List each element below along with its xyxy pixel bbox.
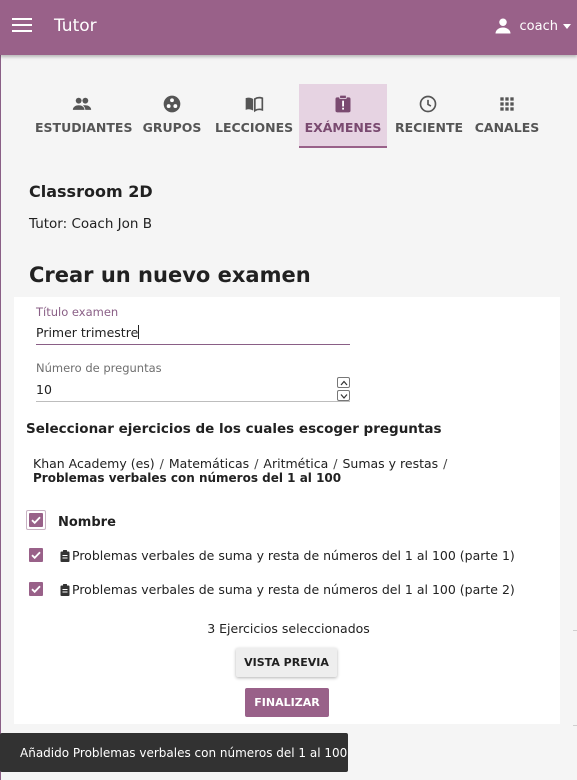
selected-count: 3 Ejercicios seleccionados [207, 621, 370, 636]
clock-icon [419, 95, 437, 113]
page-title: Crear un nuevo examen [29, 263, 311, 287]
stepper-down-icon[interactable] [337, 390, 350, 401]
scroll-edge-mark [573, 630, 577, 631]
finish-button[interactable]: FINALIZAR [245, 688, 329, 717]
questions-field[interactable]: 10 [36, 382, 52, 397]
breadcrumb-link[interactable]: Matemáticas [169, 456, 249, 471]
title-field[interactable]: Primer trimestre [36, 325, 140, 340]
coach-line: Tutor: Coach Jon B [29, 216, 153, 232]
preview-button[interactable]: VISTA PREVIA [236, 648, 337, 677]
classroom-name: Classroom 2D [29, 182, 153, 201]
breadcrumb-link[interactable]: Sumas y restas [342, 456, 438, 471]
questions-field-underline [36, 401, 350, 402]
tab-label: RECIENTE [395, 120, 464, 135]
tab-lecciones[interactable]: LECCIONES [215, 84, 293, 148]
user-name: coach [519, 18, 558, 34]
person-icon [495, 18, 511, 34]
scroll-edge-mark [573, 725, 577, 726]
snackbar-message: Añadido Problemas verbales con números d… [20, 746, 348, 760]
people-icon [72, 97, 92, 110]
exercise-row[interactable]: Problemas verbales de suma y resta de nú… [60, 548, 515, 563]
tab-estudiantes[interactable]: ESTUDIANTES [35, 84, 133, 148]
tab-label: EXÁMENES [304, 120, 382, 135]
tab-canales[interactable]: CANALES [474, 84, 540, 148]
row-checkbox[interactable] [29, 582, 43, 596]
tab-label: LECCIONES [215, 120, 294, 135]
exercise-icon [60, 583, 70, 596]
title-field-underline [36, 344, 350, 345]
exercise-icon [60, 549, 70, 562]
chevron-down-icon [563, 23, 571, 29]
select-all-checkbox[interactable] [29, 513, 43, 527]
groups-icon [163, 95, 181, 113]
breadcrumb-link[interactable]: Aritmética [263, 456, 328, 471]
user-menu[interactable]: coach [494, 17, 571, 35]
breadcrumb-separator: / [254, 456, 259, 471]
tab-examenes[interactable]: EXÁMENES [299, 84, 387, 148]
tab-grupos[interactable]: GRUPOS [142, 84, 202, 148]
quantity-stepper[interactable] [337, 377, 350, 401]
breadcrumb: Khan Academy (es) / Matemáticas / Aritmética… [33, 456, 452, 471]
breadcrumb-link[interactable]: Khan Academy (es) [33, 456, 155, 471]
title-field-label: Título examen [36, 305, 119, 319]
stepper-up-icon[interactable] [337, 377, 350, 388]
classroom-nav: ESTUDIANTES GRUPOS LECCIONES EXÁMENES RE… [0, 84, 577, 148]
breadcrumb-separator: / [159, 456, 164, 471]
text-cursor [138, 325, 140, 339]
tab-label: ESTUDIANTES [35, 120, 133, 135]
exercise-title: Problemas verbales de suma y resta de nú… [72, 548, 515, 563]
row-checkbox[interactable] [29, 548, 43, 562]
breadcrumb-separator: / [333, 456, 338, 471]
menu-icon[interactable] [12, 18, 32, 34]
app-title: Tutor [54, 16, 97, 36]
app-bar: Tutor coach [0, 0, 577, 55]
questions-field-label: Número de preguntas [36, 361, 162, 375]
tab-label: CANALES [474, 120, 540, 135]
breadcrumb-current: Problemas verbales con números del 1 al … [33, 471, 342, 485]
exam-icon [335, 94, 351, 113]
exercise-row[interactable]: Problemas verbales de suma y resta de nú… [60, 582, 515, 597]
exercise-selection-heading: Seleccionar ejercicios de los cuales esc… [26, 421, 442, 437]
breadcrumb-separator: / [443, 456, 448, 471]
snackbar: Añadido Problemas verbales con números d… [0, 733, 348, 772]
book-icon [245, 96, 264, 113]
column-header-name: Nombre [58, 515, 116, 530]
tab-reciente[interactable]: RECIENTE [395, 84, 464, 148]
exercise-title: Problemas verbales de suma y resta de nú… [72, 582, 515, 597]
grid-icon [500, 97, 514, 111]
tab-label: GRUPOS [142, 120, 202, 135]
title-field-value: Primer trimestre [36, 325, 139, 340]
